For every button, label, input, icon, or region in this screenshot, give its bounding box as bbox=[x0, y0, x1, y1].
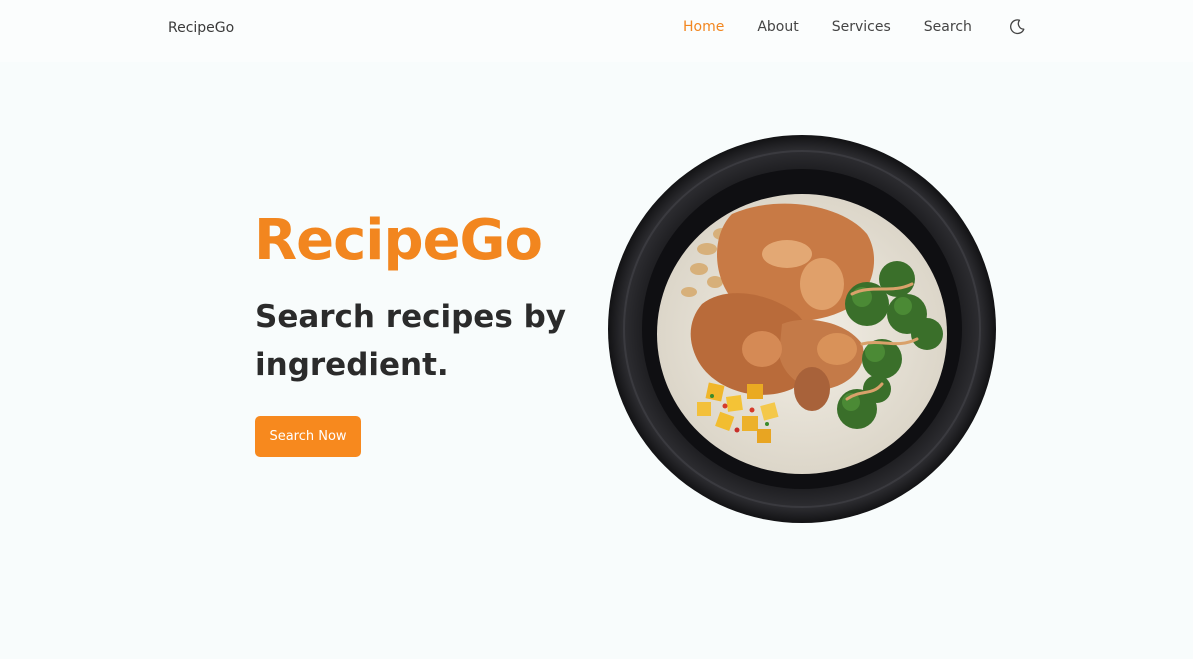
nav-link-search[interactable]: Search bbox=[924, 19, 972, 35]
navbar: RecipeGo Home About Services Search bbox=[0, 0, 1193, 62]
food-bowl-image bbox=[607, 134, 997, 524]
nav-link-services[interactable]: Services bbox=[832, 19, 891, 35]
nav-link-about[interactable]: About bbox=[757, 19, 798, 35]
hero-subtitle: Search recipes by ingredient. bbox=[255, 299, 566, 383]
hero-title: RecipeGo bbox=[254, 208, 543, 273]
brand-logo[interactable]: RecipeGo bbox=[168, 20, 234, 36]
moon-icon[interactable] bbox=[1008, 18, 1026, 36]
nav-links: Home About Services Search bbox=[683, 19, 1005, 35]
search-now-button[interactable]: Search Now bbox=[255, 416, 361, 457]
nav-link-home[interactable]: Home bbox=[683, 19, 724, 35]
